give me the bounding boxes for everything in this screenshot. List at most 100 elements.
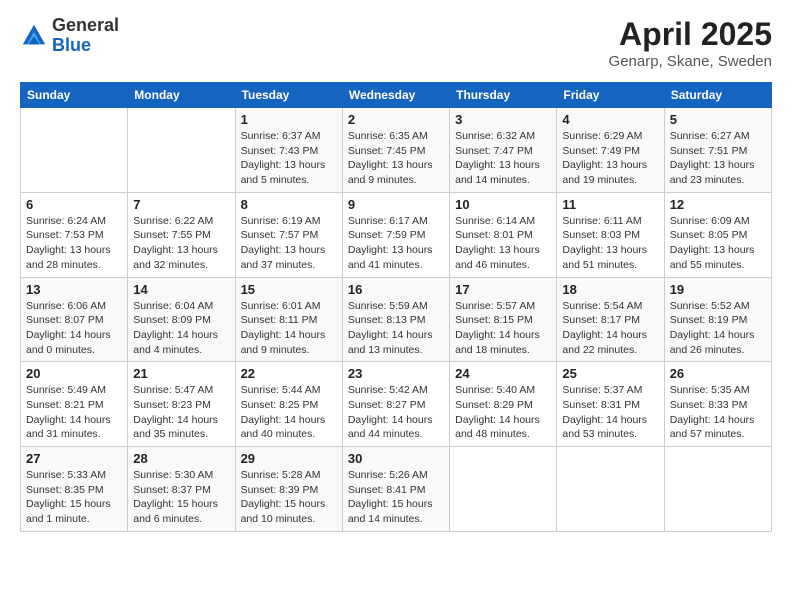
- day-cell: 4Sunrise: 6:29 AMSunset: 7:49 PMDaylight…: [557, 108, 664, 193]
- day-number: 28: [133, 451, 229, 466]
- week-row-1: 6 Sunrise: 6:24 AMSunset: 7:53 PMDaylight…: [21, 192, 772, 277]
- day-info: Sunrise: 5:52 AMSunset: 8:19 PMDaylight:…: [670, 299, 766, 358]
- day-info: Sunrise: 5:28 AMSunset: 8:39 PMDaylight:…: [241, 468, 337, 527]
- header-day-friday: Friday: [557, 83, 664, 108]
- day-info: Sunrise: 5:35 AMSunset: 8:33 PMDaylight:…: [670, 383, 766, 442]
- day-cell: [21, 108, 128, 193]
- day-cell: 24 Sunrise: 5:40 AMSunset: 8:29 PMDayligh…: [450, 362, 557, 447]
- calendar-header: SundayMondayTuesdayWednesdayThursdayFrid…: [21, 83, 772, 108]
- day-cell: 19 Sunrise: 5:52 AMSunset: 8:19 PMDayligh…: [664, 277, 771, 362]
- day-number: 21: [133, 366, 229, 381]
- day-cell: 16Sunrise: 5:59 AMSunset: 8:13 PMDayligh…: [342, 277, 449, 362]
- day-info: Sunrise: 6:24 AMSunset: 7:53 PMDaylight:…: [26, 214, 122, 273]
- day-info: Sunrise: 6:19 AMSunset: 7:57 PMDaylight:…: [241, 214, 337, 273]
- day-info: Sunrise: 5:33 AMSunset: 8:35 PMDaylight:…: [26, 468, 122, 527]
- day-cell: 12Sunrise: 6:09 AMSunset: 8:05 PMDayligh…: [664, 192, 771, 277]
- day-number: 29: [241, 451, 337, 466]
- day-info: Sunrise: 6:17 AMSunset: 7:59 PMDaylight:…: [348, 214, 444, 273]
- day-info: Sunrise: 5:59 AMSunset: 8:13 PMDaylight:…: [348, 299, 444, 358]
- day-cell: 25 Sunrise: 5:37 AMSunset: 8:31 PMDayligh…: [557, 362, 664, 447]
- day-number: 24: [455, 366, 551, 381]
- day-number: 22: [241, 366, 337, 381]
- header-day-saturday: Saturday: [664, 83, 771, 108]
- day-info: Sunrise: 6:22 AMSunset: 7:55 PMDaylight:…: [133, 214, 229, 273]
- day-cell: 30 Sunrise: 5:26 AMSunset: 8:41 PMDayligh…: [342, 447, 449, 532]
- day-cell: [664, 447, 771, 532]
- header-day-tuesday: Tuesday: [235, 83, 342, 108]
- title-block: April 2025 Genarp, Skane, Sweden: [609, 16, 772, 70]
- day-cell: [450, 447, 557, 532]
- day-cell: 6 Sunrise: 6:24 AMSunset: 7:53 PMDaylight…: [21, 192, 128, 277]
- day-cell: 27 Sunrise: 5:33 AMSunset: 8:35 PMDayligh…: [21, 447, 128, 532]
- logo-text: General Blue: [52, 16, 119, 56]
- title-month: April 2025: [609, 16, 772, 53]
- day-info: Sunrise: 5:26 AMSunset: 8:41 PMDaylight:…: [348, 468, 444, 527]
- day-cell: 17 Sunrise: 5:57 AMSunset: 8:15 PMDayligh…: [450, 277, 557, 362]
- day-number: 20: [26, 366, 122, 381]
- day-number: 14: [133, 282, 229, 297]
- day-info: Sunrise: 5:42 AMSunset: 8:27 PMDaylight:…: [348, 383, 444, 442]
- header-day-sunday: Sunday: [21, 83, 128, 108]
- header: General Blue April 2025 Genarp, Skane, S…: [20, 16, 772, 70]
- day-info: Sunrise: 5:44 AMSunset: 8:25 PMDaylight:…: [241, 383, 337, 442]
- day-cell: 18 Sunrise: 5:54 AMSunset: 8:17 PMDayligh…: [557, 277, 664, 362]
- day-number: 15: [241, 282, 337, 297]
- day-cell: 14 Sunrise: 6:04 AMSunset: 8:09 PMDayligh…: [128, 277, 235, 362]
- day-cell: 8 Sunrise: 6:19 AMSunset: 7:57 PMDaylight…: [235, 192, 342, 277]
- week-row-2: 13 Sunrise: 6:06 AMSunset: 8:07 PMDayligh…: [21, 277, 772, 362]
- day-info: Sunrise: 6:06 AMSunset: 8:07 PMDaylight:…: [26, 299, 122, 358]
- day-number: 13: [26, 282, 122, 297]
- day-cell: [557, 447, 664, 532]
- day-cell: 29 Sunrise: 5:28 AMSunset: 8:39 PMDayligh…: [235, 447, 342, 532]
- header-day-monday: Monday: [128, 83, 235, 108]
- day-cell: 7 Sunrise: 6:22 AMSunset: 7:55 PMDaylight…: [128, 192, 235, 277]
- day-cell: 13 Sunrise: 6:06 AMSunset: 8:07 PMDayligh…: [21, 277, 128, 362]
- day-number: 2: [348, 112, 444, 127]
- day-info: Sunrise: 6:32 AMSunset: 7:47 PMDaylight:…: [455, 129, 551, 188]
- day-cell: 9Sunrise: 6:17 AMSunset: 7:59 PMDaylight…: [342, 192, 449, 277]
- day-info: Sunrise: 5:54 AMSunset: 8:17 PMDaylight:…: [562, 299, 658, 358]
- day-info: Sunrise: 5:40 AMSunset: 8:29 PMDaylight:…: [455, 383, 551, 442]
- day-number: 17: [455, 282, 551, 297]
- header-day-thursday: Thursday: [450, 83, 557, 108]
- header-row: SundayMondayTuesdayWednesdayThursdayFrid…: [21, 83, 772, 108]
- day-cell: 15Sunrise: 6:01 AMSunset: 8:11 PMDayligh…: [235, 277, 342, 362]
- day-number: 19: [670, 282, 766, 297]
- day-info: Sunrise: 5:37 AMSunset: 8:31 PMDaylight:…: [562, 383, 658, 442]
- day-info: Sunrise: 6:14 AMSunset: 8:01 PMDaylight:…: [455, 214, 551, 273]
- day-number: 30: [348, 451, 444, 466]
- day-cell: 2Sunrise: 6:35 AMSunset: 7:45 PMDaylight…: [342, 108, 449, 193]
- day-cell: 3 Sunrise: 6:32 AMSunset: 7:47 PMDaylight…: [450, 108, 557, 193]
- day-cell: 10 Sunrise: 6:14 AMSunset: 8:01 PMDayligh…: [450, 192, 557, 277]
- week-row-4: 27 Sunrise: 5:33 AMSunset: 8:35 PMDayligh…: [21, 447, 772, 532]
- calendar: SundayMondayTuesdayWednesdayThursdayFrid…: [20, 82, 772, 532]
- day-info: Sunrise: 5:49 AMSunset: 8:21 PMDaylight:…: [26, 383, 122, 442]
- logo: General Blue: [20, 16, 119, 56]
- day-number: 27: [26, 451, 122, 466]
- day-info: Sunrise: 5:47 AMSunset: 8:23 PMDaylight:…: [133, 383, 229, 442]
- logo-general: General: [52, 16, 119, 36]
- day-info: Sunrise: 6:04 AMSunset: 8:09 PMDaylight:…: [133, 299, 229, 358]
- day-cell: 26Sunrise: 5:35 AMSunset: 8:33 PMDayligh…: [664, 362, 771, 447]
- day-number: 25: [562, 366, 658, 381]
- day-cell: 28 Sunrise: 5:30 AMSunset: 8:37 PMDayligh…: [128, 447, 235, 532]
- logo-icon: [20, 22, 48, 50]
- day-number: 6: [26, 197, 122, 212]
- logo-blue: Blue: [52, 36, 119, 56]
- day-number: 5: [670, 112, 766, 127]
- day-info: Sunrise: 5:57 AMSunset: 8:15 PMDaylight:…: [455, 299, 551, 358]
- day-number: 18: [562, 282, 658, 297]
- day-cell: 5Sunrise: 6:27 AMSunset: 7:51 PMDaylight…: [664, 108, 771, 193]
- day-number: 10: [455, 197, 551, 212]
- day-info: Sunrise: 5:30 AMSunset: 8:37 PMDaylight:…: [133, 468, 229, 527]
- day-number: 7: [133, 197, 229, 212]
- day-info: Sunrise: 6:29 AMSunset: 7:49 PMDaylight:…: [562, 129, 658, 188]
- day-number: 8: [241, 197, 337, 212]
- calendar-body: 1Sunrise: 6:37 AMSunset: 7:43 PMDaylight…: [21, 108, 772, 532]
- day-cell: 1Sunrise: 6:37 AMSunset: 7:43 PMDaylight…: [235, 108, 342, 193]
- day-cell: 11Sunrise: 6:11 AMSunset: 8:03 PMDayligh…: [557, 192, 664, 277]
- header-day-wednesday: Wednesday: [342, 83, 449, 108]
- day-number: 3: [455, 112, 551, 127]
- week-row-3: 20 Sunrise: 5:49 AMSunset: 8:21 PMDayligh…: [21, 362, 772, 447]
- day-number: 1: [241, 112, 337, 127]
